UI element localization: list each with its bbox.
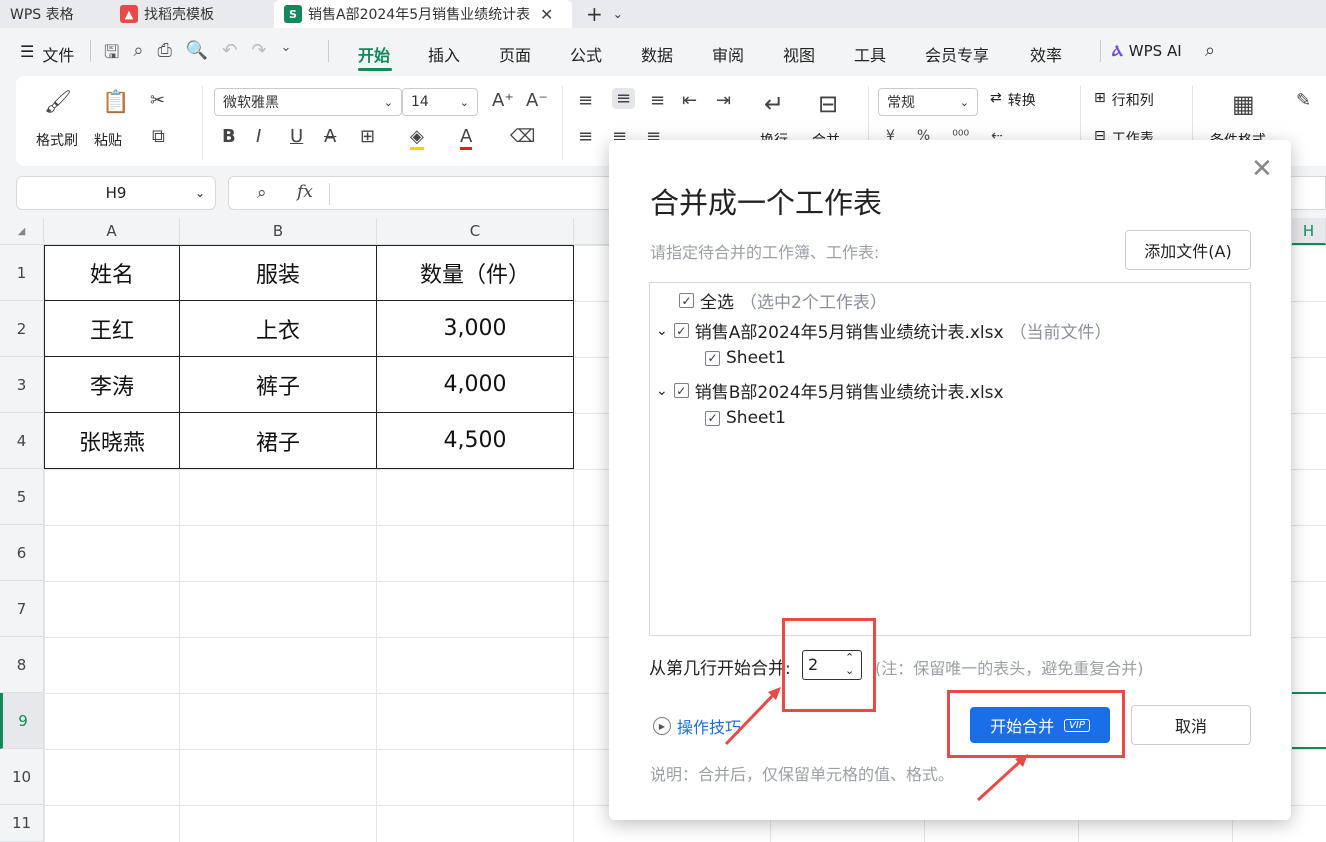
annotation-arrow (976, 756, 1026, 802)
annotation-arrow (724, 689, 779, 746)
annotation-arrows (724, 687, 1028, 802)
